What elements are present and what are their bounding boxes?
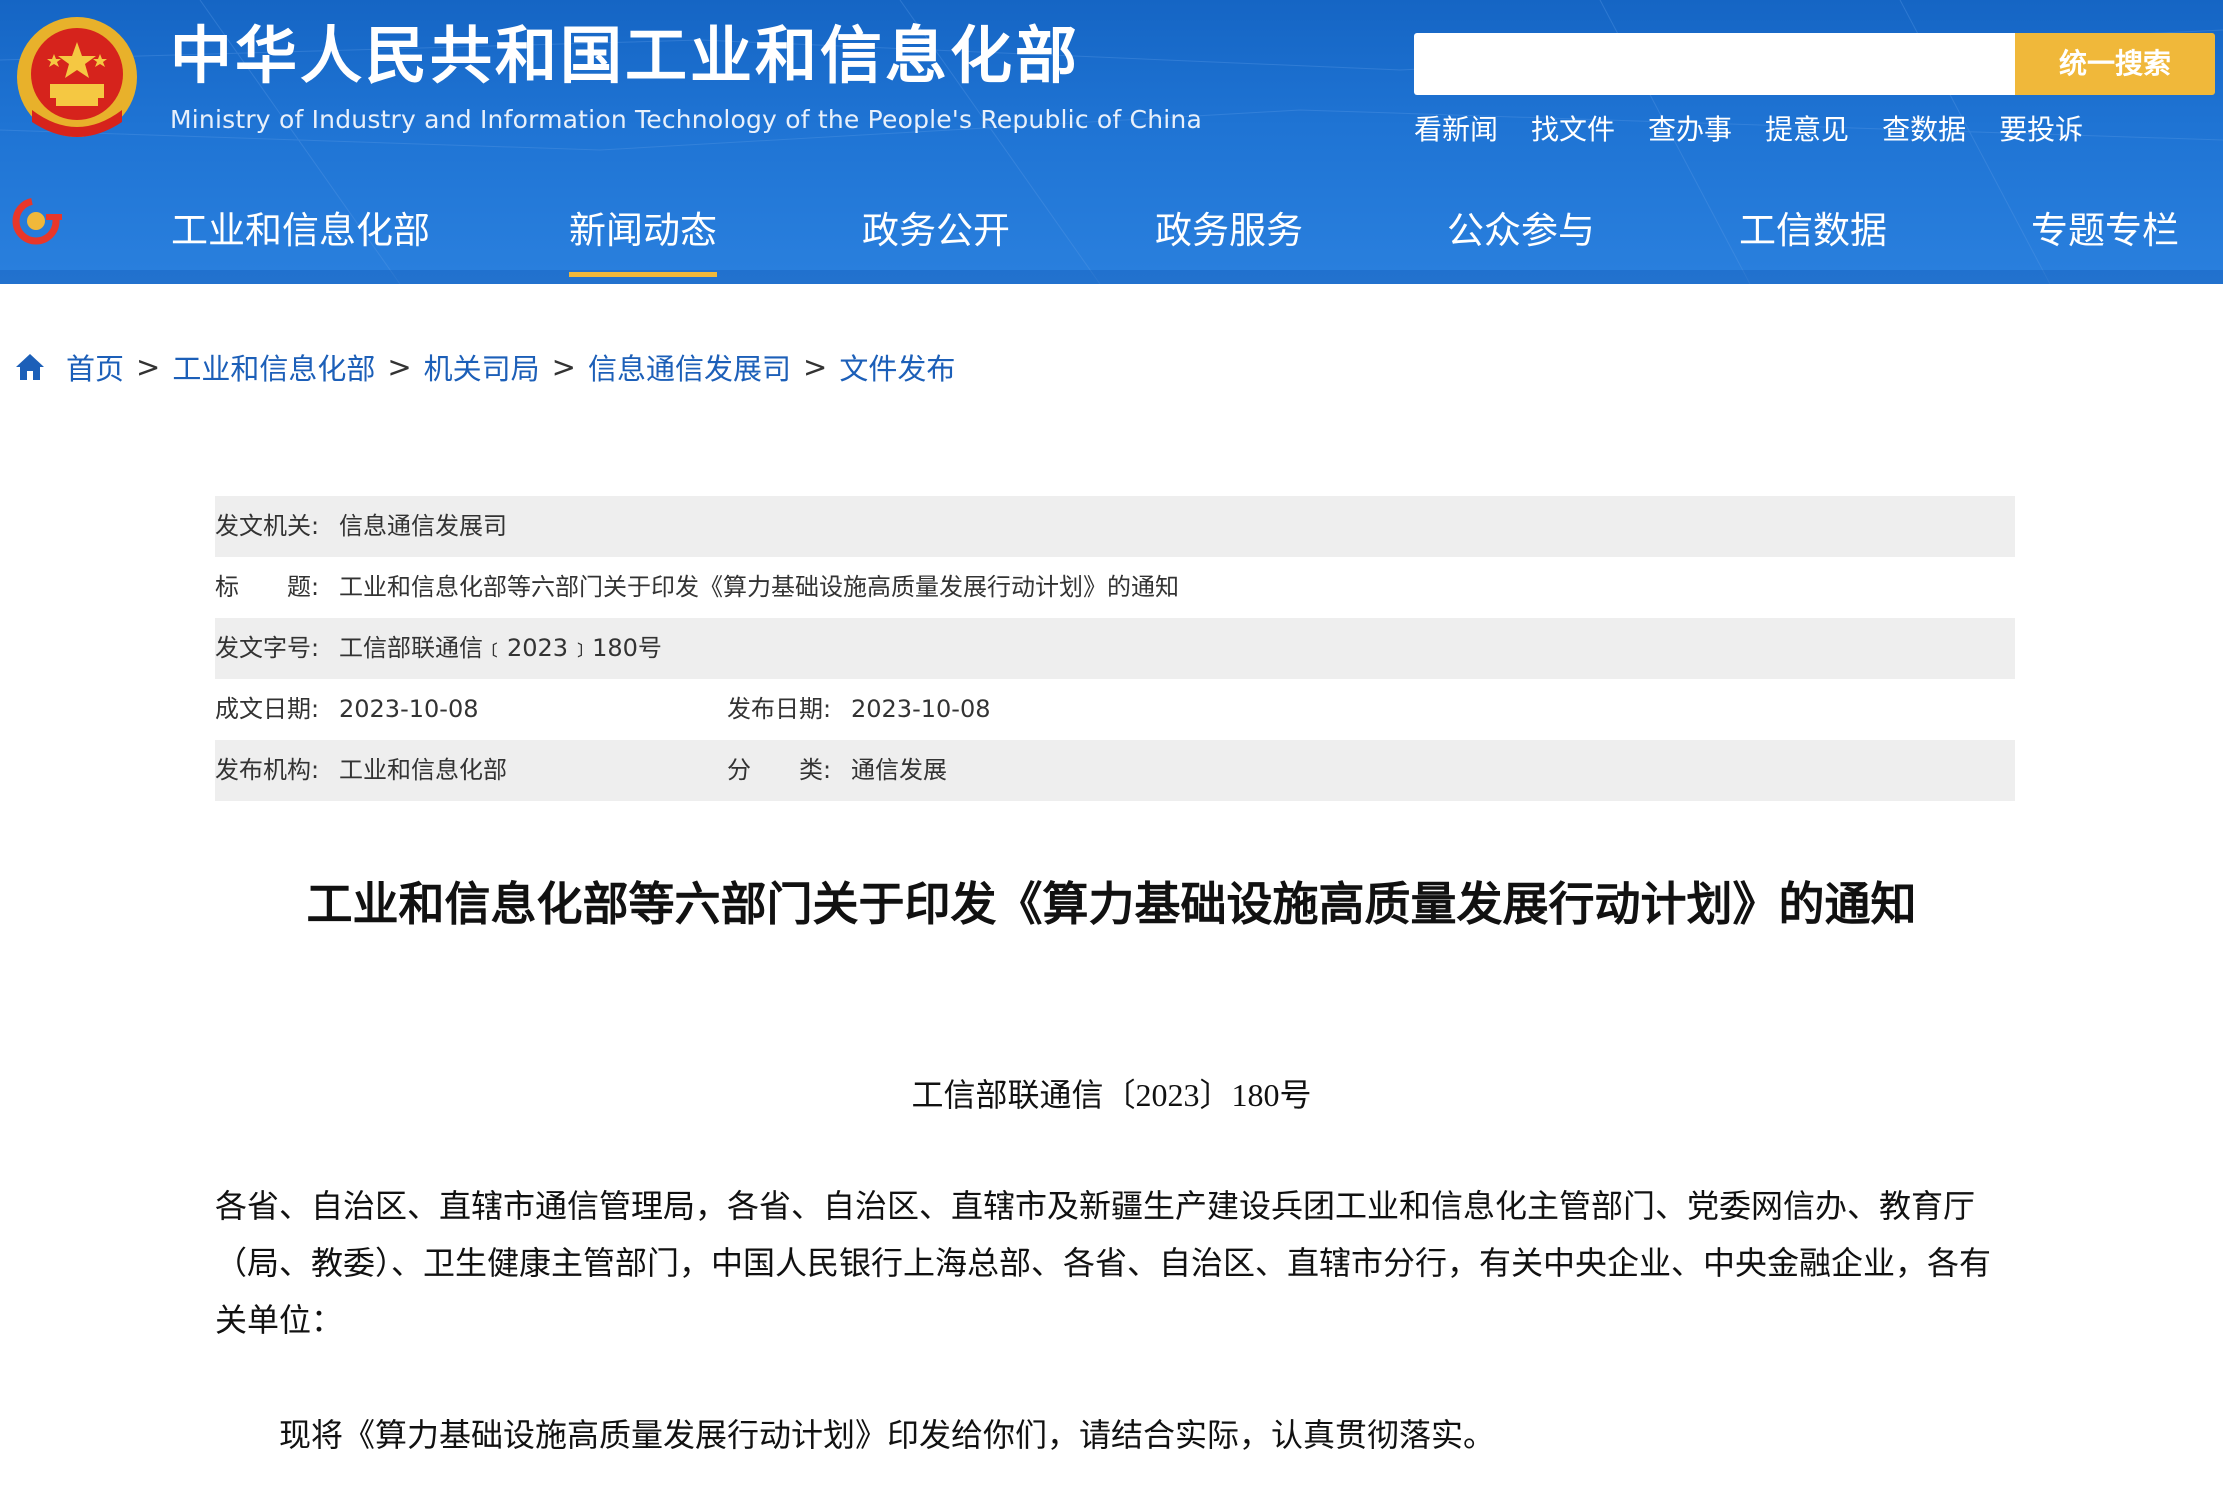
meta-row-dates: 成文日期: 2023-10-08 发布日期: 2023-10-08 bbox=[215, 679, 2015, 740]
breadcrumb-ministry[interactable]: 工业和信息化部 bbox=[172, 346, 375, 388]
breadcrumb-separator: > bbox=[387, 350, 412, 384]
nav-item-ministry[interactable]: 工业和信息化部 bbox=[171, 200, 430, 254]
document-meta-table: 发文机关: 信息通信发展司 标 题: 工业和信息化部等六部门关于印发《算力基础设… bbox=[215, 496, 2015, 801]
quick-link-feedback[interactable]: 提意见 bbox=[1765, 108, 1849, 148]
search-button[interactable]: 统一搜索 bbox=[2015, 33, 2215, 95]
main-nav: 工业和信息化部 新闻动态 政务公开 政务服务 公众参与 工信数据 专题专栏 bbox=[0, 180, 2223, 280]
meta-label: 发文机关: bbox=[215, 512, 320, 540]
breadcrumb-file-release[interactable]: 文件发布 bbox=[839, 346, 955, 388]
article-body-paragraph: 现将《算力基础设施高质量发展行动计划》印发给你们，请结合实际，认真贯彻落实。 bbox=[279, 1416, 1496, 1454]
meta-label: 分 类: bbox=[727, 756, 832, 784]
quick-link-complaint[interactable]: 要投诉 bbox=[1999, 108, 2083, 148]
quick-links: 看新闻 找文件 查办事 提意见 查数据 要投诉 bbox=[1414, 108, 2083, 148]
site-title[interactable]: 中华人民共和国工业和信息化部 bbox=[170, 21, 1080, 90]
quick-link-data[interactable]: 查数据 bbox=[1882, 108, 1966, 148]
site-subtitle: Ministry of Industry and Information Tec… bbox=[170, 105, 1202, 134]
nav-item-news[interactable]: 新闻动态 bbox=[569, 200, 717, 277]
meta-created-value: 2023-10-08 bbox=[339, 695, 479, 723]
breadcrumb-home[interactable]: 首页 bbox=[66, 346, 124, 388]
article-doc-number: 工信部联通信〔2023〕180号 bbox=[911, 1077, 1312, 1113]
home-icon[interactable] bbox=[14, 352, 46, 382]
meta-label: 发布日期: bbox=[727, 695, 832, 723]
breadcrumb-departments[interactable]: 机关司局 bbox=[424, 346, 540, 388]
site-header: 中华人民共和国工业和信息化部 Ministry of Industry and … bbox=[0, 0, 2223, 284]
article-body-paragraph: 各省、自治区、直辖市通信管理局，各省、自治区、直辖市及新疆生产建设兵团工业和信息… bbox=[215, 1187, 1992, 1339]
meta-title-value: 工业和信息化部等六部门关于印发《算力基础设施高质量发展行动计划》的通知 bbox=[339, 573, 1179, 601]
meta-row-title: 标 题: 工业和信息化部等六部门关于印发《算力基础设施高质量发展行动计划》的通知 bbox=[215, 557, 2015, 618]
meta-row-issuer: 发文机关: 信息通信发展司 bbox=[215, 496, 2015, 557]
breadcrumb-separator: > bbox=[136, 350, 161, 384]
nav-item-data[interactable]: 工信数据 bbox=[1739, 200, 1887, 254]
breadcrumb-separator: > bbox=[551, 350, 576, 384]
nav-item-special-topics[interactable]: 专题专栏 bbox=[2031, 200, 2179, 254]
meta-row-docno: 发文字号: 工信部联通信﹝2023﹞180号 bbox=[215, 618, 2015, 679]
meta-label: 发布机构: bbox=[215, 756, 320, 784]
search-input[interactable] bbox=[1414, 33, 2015, 95]
meta-docno-value: 工信部联通信﹝2023﹞180号 bbox=[339, 634, 662, 662]
breadcrumb: 首页 > 工业和信息化部 > 机关司局 > 信息通信发展司 > 文件发布 bbox=[14, 346, 955, 388]
quick-link-services[interactable]: 查办事 bbox=[1648, 108, 1732, 148]
meta-category-value: 通信发展 bbox=[851, 756, 947, 784]
nav-item-affairs-service[interactable]: 政务服务 bbox=[1155, 200, 1303, 254]
meta-issuer-value: 信息通信发展司 bbox=[339, 512, 507, 540]
meta-label: 发文字号: bbox=[215, 634, 320, 662]
article-title: 工业和信息化部等六部门关于印发《算力基础设施高质量发展行动计划》的通知 bbox=[306, 877, 1917, 931]
quick-link-files[interactable]: 找文件 bbox=[1531, 108, 1615, 148]
nav-item-public-participation[interactable]: 公众参与 bbox=[1447, 200, 1595, 254]
meta-row-org: 发布机构: 工业和信息化部 分 类: 通信发展 bbox=[215, 740, 2015, 801]
meta-label: 成文日期: bbox=[215, 695, 320, 723]
nav-item-affairs-public[interactable]: 政务公开 bbox=[862, 200, 1010, 254]
meta-label: 标 题: bbox=[215, 573, 320, 601]
quick-link-news[interactable]: 看新闻 bbox=[1414, 108, 1498, 148]
meta-published-value: 2023-10-08 bbox=[851, 695, 991, 723]
national-emblem-icon[interactable] bbox=[14, 14, 140, 142]
meta-org-value: 工业和信息化部 bbox=[339, 756, 507, 784]
breadcrumb-ict-dept[interactable]: 信息通信发展司 bbox=[588, 346, 791, 388]
breadcrumb-separator: > bbox=[803, 350, 828, 384]
